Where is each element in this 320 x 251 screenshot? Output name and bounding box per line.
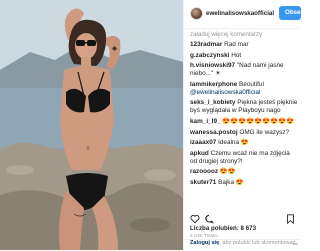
comment-text: Rad mar — [222, 41, 249, 48]
login-footer: Zaloguj się, aby polubić lub skomentować… — [184, 239, 301, 251]
comment-author[interactable]: skuter71 — [190, 179, 216, 186]
rock-detail — [130, 218, 170, 232]
post-date: 3 DNI TEMU — [190, 233, 218, 238]
likes-count[interactable]: Liczba polubień: 8 673 — [190, 225, 256, 233]
rock-detail — [6, 165, 34, 175]
post-header: ewelinalisowskaofficial Obserwuj — [184, 0, 301, 29]
comment-item: apkud Czemu wcaż nie ma zdjęcia od drugi… — [190, 150, 298, 166]
comment-author[interactable]: seks_i_kobiety — [190, 99, 235, 106]
comment-text: OMG ile wazysz? — [237, 128, 290, 136]
comment-item: h.visniowski97 "Nad nami jasne niebo..."… — [190, 62, 298, 78]
comment-author[interactable]: kam_i_I9_ — [190, 118, 221, 125]
login-prompt-text: , aby polubić lub skomentować. — [219, 240, 297, 246]
comment-item: 123radmar Rad mar — [190, 41, 298, 49]
post-photo[interactable] — [0, 0, 183, 250]
comment-author[interactable]: razooooz — [190, 168, 218, 175]
comment-author[interactable]: g.zabczynski — [190, 52, 229, 59]
comment-text: Idealna 😍 — [216, 139, 249, 147]
comments-list: 123radmar Rad mar g.zabczynski Hot h.vis… — [190, 41, 298, 190]
comment-item: kam_i_I9_ 😍😍😍😍😍😍😍😍😍 — [190, 118, 298, 126]
post-sidebar: ewelinalisowskaofficial Obserwuj załaduj… — [183, 0, 301, 251]
load-more-comments-link[interactable]: załaduj więcej komentarzy — [190, 31, 262, 39]
avatar[interactable] — [190, 7, 203, 20]
comment-author[interactable]: wanessa.postoj — [190, 129, 238, 136]
photo-illustration — [0, 0, 183, 250]
bookmark-icon[interactable] — [286, 214, 295, 227]
comment-text: Bajka 😍 — [216, 178, 244, 186]
comment-text: 😍😍 — [218, 168, 236, 176]
comment-item: lammikerphone Beoutiful @ewelinalisowska… — [190, 81, 298, 97]
comment-item: skuter71 Bajka 😍 — [190, 179, 298, 187]
comment-item: izaaax07 Idealna 😍 — [190, 139, 298, 147]
comment-mention-link[interactable]: @ewelinalisowska0fficial — [190, 89, 260, 96]
comment-item: razooooz 😍😍 — [190, 168, 298, 176]
comment-text: 😍😍😍😍😍😍😍😍😍 — [220, 117, 294, 125]
more-options-icon[interactable]: ··· — [292, 242, 298, 249]
comment-text: Hot — [229, 51, 242, 59]
comment-author[interactable]: lammikerphone — [190, 81, 237, 88]
comment-text: Beoutiful — [237, 80, 264, 88]
comment-item: seks_i_kobiety Piękna jesteś pięknie byś… — [190, 99, 298, 115]
post-actions — [190, 214, 295, 227]
comment-author[interactable]: h.visniowski97 — [190, 62, 235, 69]
comment-author[interactable]: apkud — [190, 150, 209, 157]
comment-author[interactable]: izaaax07 — [190, 139, 216, 146]
comment-author[interactable]: 123radmar — [190, 41, 222, 48]
comment-item: wanessa.postoj OMG ile wazysz? — [190, 129, 298, 137]
comment-item: g.zabczynski Hot — [190, 52, 298, 60]
rock-detail — [144, 169, 176, 181]
follow-button[interactable]: Obserwuj — [279, 6, 301, 20]
login-link[interactable]: Zaloguj się — [190, 240, 219, 246]
username-link[interactable]: ewelinalisowskaofficial — [206, 10, 274, 18]
